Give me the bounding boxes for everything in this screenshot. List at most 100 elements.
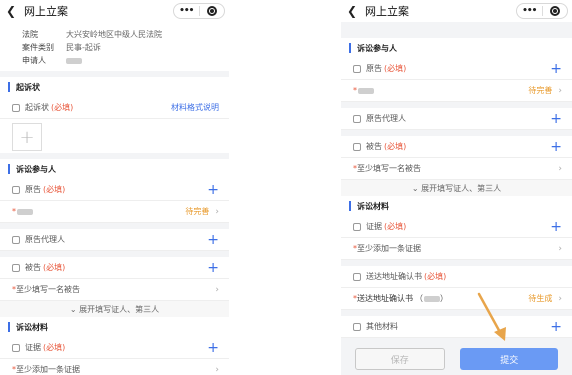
redacted-name bbox=[17, 208, 33, 215]
page-title: 网上立案 bbox=[24, 5, 68, 18]
close-target-icon[interactable] bbox=[200, 6, 225, 16]
more-dots-icon[interactable]: ••• bbox=[517, 4, 542, 18]
plus-icon[interactable]: + bbox=[550, 220, 562, 234]
plus-icon[interactable]: + bbox=[207, 233, 219, 247]
section-title: 起诉状 bbox=[16, 82, 40, 92]
chevron-right-icon: › bbox=[558, 85, 562, 96]
section-title: 诉讼材料 bbox=[16, 322, 48, 332]
row-label: 起诉状 bbox=[25, 103, 49, 112]
case-info: 法院 大兴安岭地区中级人民法院 案件类别 民事-起诉 申请人 bbox=[0, 22, 229, 71]
evidence-row[interactable]: 证据 (必填) + bbox=[341, 216, 572, 238]
section-parties: 诉讼参与人 bbox=[341, 38, 572, 58]
required-tag: (必填) bbox=[424, 272, 447, 281]
document-icon bbox=[12, 103, 20, 112]
person-icon bbox=[353, 142, 361, 151]
required-tag: (必填) bbox=[384, 64, 407, 73]
person-icon bbox=[353, 114, 361, 123]
required-star: * bbox=[353, 86, 357, 95]
add-file-button[interactable]: + bbox=[12, 123, 42, 151]
submit-button[interactable]: 提交 bbox=[460, 348, 559, 370]
close-target-icon[interactable] bbox=[543, 6, 568, 16]
section-parties: 诉讼参与人 bbox=[0, 159, 229, 179]
status-to-generate: 待生成 bbox=[528, 294, 553, 303]
row-label: 证据 bbox=[25, 343, 41, 352]
chevron-down-icon: ⌄ bbox=[69, 304, 80, 314]
nav-header: ❮ 网上立案 ••• bbox=[341, 0, 572, 22]
required-star: * bbox=[12, 207, 16, 216]
expand-witness-toggle[interactable]: ⌄ 展开填写证人、第三人 bbox=[0, 301, 229, 317]
defendant-hint-row[interactable]: * 至少填写一名被告 › bbox=[0, 279, 229, 301]
plus-icon[interactable]: + bbox=[550, 62, 562, 76]
hint-text: 至少添加一条证据 bbox=[357, 244, 421, 253]
section-materials: 诉讼材料 bbox=[0, 317, 229, 337]
info-value: 大兴安岭地区中级人民法院 bbox=[66, 30, 162, 39]
service-doc-entry-row[interactable]: * 送达地址确认书 （ ） 待生成 › bbox=[341, 288, 572, 310]
expand-label: 展开填写证人、第三人 bbox=[421, 183, 502, 193]
action-footer: 保存 提交 bbox=[341, 343, 572, 375]
row-label: 原告代理人 bbox=[366, 114, 406, 123]
upload-area: + bbox=[0, 119, 229, 153]
defendant-hint-row[interactable]: * 至少填写一名被告 › bbox=[341, 158, 572, 180]
service-doc-row: 送达地址确认书 (必填) bbox=[341, 266, 572, 288]
chevron-right-icon: › bbox=[558, 243, 562, 254]
plaintiff-row[interactable]: 原告 (必填) + bbox=[341, 58, 572, 80]
plus-icon[interactable]: + bbox=[207, 183, 219, 197]
row-label: 被告 bbox=[366, 142, 382, 151]
document-icon bbox=[353, 272, 361, 281]
section-accent-bar bbox=[8, 164, 10, 174]
person-icon bbox=[12, 235, 20, 244]
evidence-row[interactable]: 证据 (必填) + bbox=[0, 337, 229, 359]
back-icon[interactable]: ❮ bbox=[347, 4, 361, 18]
person-icon bbox=[353, 64, 361, 73]
back-icon[interactable]: ❮ bbox=[6, 4, 20, 18]
plus-icon[interactable]: + bbox=[550, 140, 562, 154]
defendant-row[interactable]: 被告 (必填) + bbox=[341, 136, 572, 158]
chevron-right-icon: › bbox=[215, 284, 219, 295]
page-title: 网上立案 bbox=[365, 5, 409, 18]
plus-icon[interactable]: + bbox=[550, 320, 562, 334]
document-icon bbox=[353, 322, 361, 331]
format-guide-link[interactable]: 材料格式说明 bbox=[171, 102, 219, 113]
redacted-name bbox=[358, 87, 374, 94]
row-label: 被告 bbox=[25, 263, 41, 272]
info-value: 民事-起诉 bbox=[66, 43, 101, 52]
redacted-name bbox=[424, 295, 440, 302]
info-row: 法院 大兴安岭地区中级人民法院 bbox=[22, 28, 219, 41]
plaintiff-row[interactable]: 原告 (必填) + bbox=[0, 179, 229, 201]
required-tag: (必填) bbox=[43, 343, 66, 352]
plus-icon[interactable]: + bbox=[207, 341, 219, 355]
row-label: 送达地址确认书 bbox=[357, 294, 413, 303]
section-title: 诉讼参与人 bbox=[357, 43, 397, 53]
status-pending: 待完善 bbox=[185, 207, 210, 216]
complaint-row: 起诉状 (必填) 材料格式说明 bbox=[0, 97, 229, 119]
section-accent-bar bbox=[349, 201, 351, 211]
hint-text: 至少填写一名被告 bbox=[16, 285, 80, 294]
hint-text: 至少添加一条证据 bbox=[16, 365, 80, 374]
plaintiff-entry-row[interactable]: * 待完善 › bbox=[0, 201, 229, 223]
save-button[interactable]: 保存 bbox=[354, 348, 445, 370]
other-materials-row[interactable]: 其他材料 + bbox=[341, 316, 572, 338]
expand-witness-toggle[interactable]: ⌄ 展开填写证人、第三人 bbox=[341, 180, 572, 196]
plus-icon[interactable]: + bbox=[550, 112, 562, 126]
evidence-hint-row[interactable]: * 至少添加一条证据 › bbox=[0, 359, 229, 375]
info-key: 案件类别 bbox=[22, 43, 54, 52]
section-materials: 诉讼材料 bbox=[341, 196, 572, 216]
agent-row[interactable]: 原告代理人 + bbox=[341, 108, 572, 130]
plaintiff-entry-row[interactable]: * 待完善 › bbox=[341, 80, 572, 102]
section-accent-bar bbox=[349, 43, 351, 53]
chevron-right-icon: › bbox=[215, 364, 219, 375]
evidence-hint-row[interactable]: * 至少添加一条证据 › bbox=[341, 238, 572, 260]
more-dots-icon[interactable]: ••• bbox=[174, 4, 199, 18]
mini-program-capsule: ••• bbox=[173, 3, 225, 19]
hint-text: 至少填写一名被告 bbox=[357, 164, 421, 173]
document-icon bbox=[353, 222, 361, 231]
plus-icon[interactable]: + bbox=[207, 261, 219, 275]
info-key: 申请人 bbox=[22, 56, 46, 65]
section-complaint: 起诉状 bbox=[0, 77, 229, 97]
defendant-row[interactable]: 被告 (必填) + bbox=[0, 257, 229, 279]
section-accent-bar bbox=[8, 82, 10, 92]
chevron-down-icon: ⌄ bbox=[411, 183, 422, 193]
row-label: 送达地址确认书 bbox=[366, 272, 422, 281]
agent-row[interactable]: 原告代理人 + bbox=[0, 229, 229, 251]
chevron-right-icon: › bbox=[558, 293, 562, 304]
